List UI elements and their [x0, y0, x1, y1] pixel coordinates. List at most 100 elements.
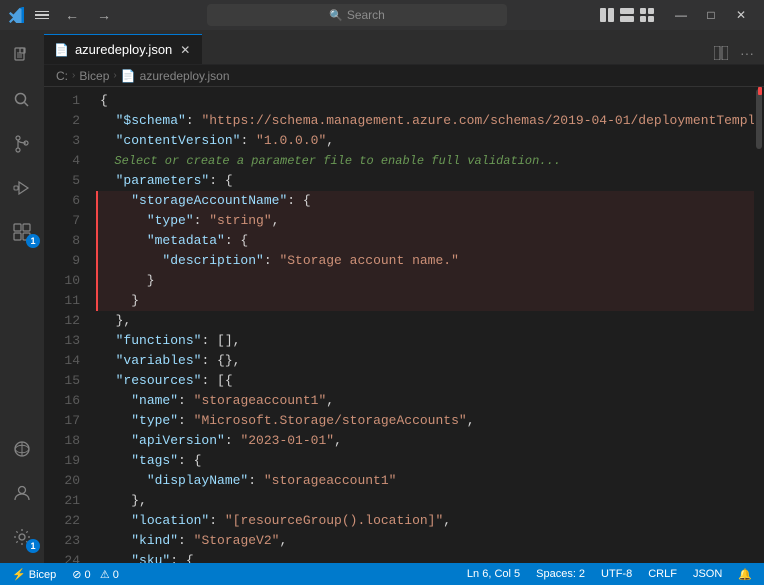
line-number-2: 2: [44, 111, 80, 131]
nav-back-button[interactable]: ←: [60, 5, 84, 25]
code-token: "metadata": [147, 231, 225, 251]
split-editor-button[interactable]: [710, 42, 732, 64]
status-encoding-text: UTF-8: [601, 568, 632, 580]
code-token: "location": [131, 511, 209, 531]
line-number-10: 10: [44, 271, 80, 291]
code-token: ,: [334, 431, 342, 451]
code-line-24: "sku": {: [96, 551, 754, 563]
code-token: "2023-01-01": [240, 431, 334, 451]
code-token: "string": [209, 211, 271, 231]
tab-bar: 📄 azuredeploy.json ✕ ···: [44, 30, 764, 65]
line-number-20: 20: [44, 471, 80, 491]
code-token: : {: [287, 191, 310, 211]
minimize-button[interactable]: —: [666, 0, 696, 30]
breadcrumb-c: C:: [56, 69, 68, 83]
layout-button-2[interactable]: [618, 6, 636, 24]
extensions-badge: 1: [26, 234, 40, 248]
line-number-3: 3: [44, 131, 80, 151]
activity-item-account[interactable]: [0, 471, 44, 515]
line-number-8: 8: [44, 231, 80, 251]
line-number-21: 21: [44, 491, 80, 511]
status-ln-col[interactable]: Ln 6, Col 5: [463, 563, 524, 585]
code-token: ,: [467, 411, 475, 431]
window-controls: — □ ✕: [666, 0, 756, 30]
breadcrumb-sep-2: ›: [113, 70, 116, 81]
activity-item-extensions[interactable]: 1: [0, 210, 44, 254]
activity-item-settings[interactable]: 1: [0, 515, 44, 559]
code-token: },: [100, 311, 131, 331]
status-encoding[interactable]: UTF-8: [597, 563, 636, 585]
code-token: ,: [279, 531, 287, 551]
status-bar-left: ⚡ Bicep ⊘ 0 ⚠ 0: [8, 563, 123, 585]
layout-button-1[interactable]: [598, 6, 616, 24]
code-token: ,: [443, 511, 451, 531]
status-errors[interactable]: ⊘ 0 ⚠ 0: [68, 563, 123, 585]
layout-button-3[interactable]: [638, 6, 656, 24]
code-line-16: "name": "storageaccount1",: [96, 391, 754, 411]
nav-forward-button[interactable]: →: [92, 5, 116, 25]
settings-badge: 1: [26, 539, 40, 553]
restore-button[interactable]: □: [696, 0, 726, 30]
status-eol[interactable]: CRLF: [644, 563, 681, 585]
code-token: [100, 391, 131, 411]
status-remote[interactable]: ⚡ Bicep: [8, 563, 60, 585]
status-notifications-icon: 🔔: [738, 568, 752, 581]
code-token: "description": [162, 251, 263, 271]
editor-area: 📄 azuredeploy.json ✕ ··· C: › Bicep › 📄: [44, 30, 764, 563]
activity-item-git[interactable]: [0, 122, 44, 166]
code-line-19: "tags": {: [96, 451, 754, 471]
code-line-2: "$schema": "https://schema.management.az…: [96, 111, 754, 131]
code-token: ,: [326, 131, 334, 151]
code-token: : {: [225, 231, 248, 251]
line-number-24: 24: [44, 551, 80, 563]
code-token: :: [209, 511, 225, 531]
close-button[interactable]: ✕: [726, 0, 756, 30]
search-bar[interactable]: 🔍 Search: [207, 4, 507, 26]
code-token: },: [100, 491, 147, 511]
code-token: "Microsoft.Storage/storageAccounts": [194, 411, 467, 431]
activity-item-explorer[interactable]: [0, 34, 44, 78]
line-number-12: 12: [44, 311, 80, 331]
tab-bar-actions: ···: [710, 42, 764, 64]
code-token: [100, 211, 147, 231]
activity-item-search[interactable]: [0, 78, 44, 122]
code-token: [100, 451, 131, 471]
code-token: : {},: [201, 351, 240, 371]
line-number-23: 23: [44, 531, 80, 551]
hamburger-menu[interactable]: [32, 8, 52, 23]
code-line-13: "functions": [],: [96, 331, 754, 351]
code-token: : [],: [201, 331, 240, 351]
code-token: [100, 131, 116, 151]
code-line-11: }: [96, 291, 754, 311]
more-actions-button[interactable]: ···: [736, 42, 758, 64]
line-number-1: 1: [44, 91, 80, 111]
tab-close-button[interactable]: ✕: [178, 42, 192, 58]
status-language[interactable]: JSON: [689, 563, 726, 585]
code-token: [100, 431, 131, 451]
code-line-5: "parameters": {: [96, 171, 754, 191]
breadcrumb-file: azuredeploy.json: [140, 69, 230, 83]
code-token: : [{: [201, 371, 232, 391]
status-notifications[interactable]: 🔔: [734, 563, 756, 585]
code-token: "[resourceGroup().location]": [225, 511, 443, 531]
code-token: : {: [209, 171, 232, 191]
code-token: :: [178, 411, 194, 431]
code-line-7: "type": "string",: [96, 211, 754, 231]
code-token: [100, 331, 116, 351]
code-token: : {: [170, 551, 193, 563]
line-number-9: 9: [44, 251, 80, 271]
code-area[interactable]: { "$schema": "https://schema.management.…: [92, 87, 754, 563]
tab-azuredeploy[interactable]: 📄 azuredeploy.json ✕: [44, 34, 202, 64]
scrollbar[interactable]: [754, 87, 764, 563]
code-token: "type": [131, 411, 178, 431]
code-line-20: "displayName": "storageaccount1": [96, 471, 754, 491]
code-token: :: [178, 391, 194, 411]
code-token: Select or create a parameter file to ena…: [100, 151, 561, 171]
activity-item-remote[interactable]: [0, 427, 44, 471]
scrollbar-thumb[interactable]: [756, 89, 762, 149]
title-bar-right: — □ ✕: [598, 0, 756, 30]
status-spaces[interactable]: Spaces: 2: [532, 563, 589, 585]
activity-item-debug[interactable]: [0, 166, 44, 210]
code-token: :: [178, 531, 194, 551]
code-token: [100, 371, 116, 391]
